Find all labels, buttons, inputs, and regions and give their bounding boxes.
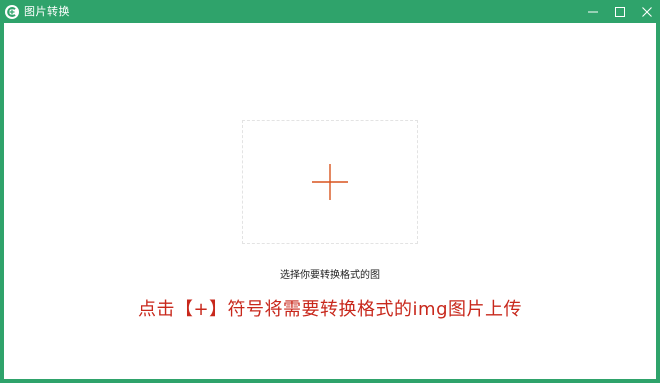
app-window: 图片转换 选择你要转换格式的图 点击【+】符号将需要转换格式的img图片上传 [0, 0, 660, 383]
window-controls [579, 0, 660, 23]
minimize-button[interactable] [579, 0, 606, 23]
instruction-annotation: 点击【+】符号将需要转换格式的img图片上传 [137, 299, 523, 320]
window-title: 图片转换 [24, 5, 70, 18]
app-logo-icon [5, 4, 19, 19]
title-bar: 图片转换 [0, 0, 660, 23]
close-icon [641, 6, 652, 17]
upload-dropzone[interactable] [242, 120, 418, 244]
close-button[interactable] [633, 0, 660, 23]
maximize-button[interactable] [606, 0, 633, 23]
main-content: 选择你要转换格式的图 点击【+】符号将需要转换格式的img图片上传 [4, 23, 656, 379]
upload-caption: 选择你要转换格式的图 [280, 270, 380, 281]
logo-glyph [7, 6, 16, 17]
minimize-icon [587, 11, 598, 12]
maximize-icon [614, 6, 625, 17]
plus-icon [312, 164, 348, 200]
